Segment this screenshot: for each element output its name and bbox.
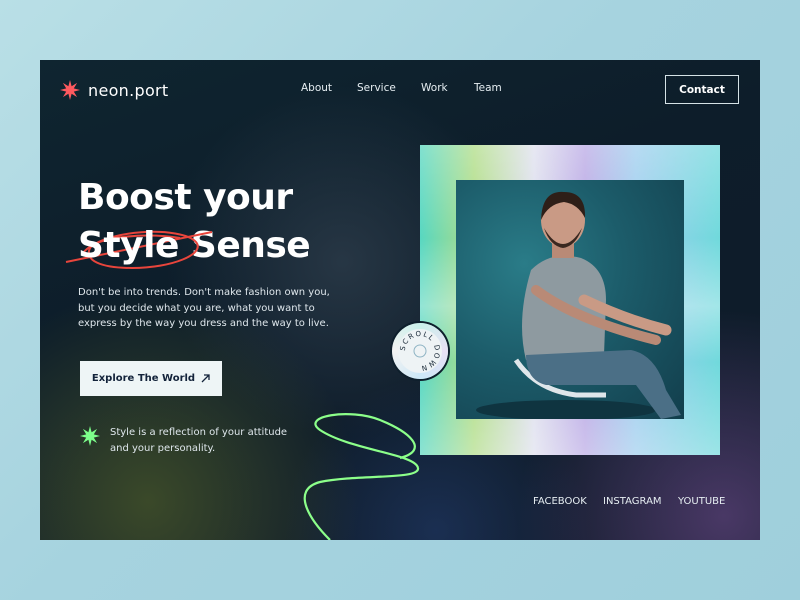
starburst-icon bbox=[60, 80, 80, 100]
explore-button-label: Explore The World bbox=[91, 373, 196, 384]
instagram-link[interactable]: INSTAGRAM bbox=[603, 496, 662, 507]
landing-page-frame: neon.port About Service Work Team Contac… bbox=[40, 60, 760, 540]
hero-description: Don't be into trends. Don't make fashion… bbox=[78, 287, 330, 329]
nav-work[interactable]: Work bbox=[421, 82, 448, 94]
model-photo bbox=[456, 180, 684, 419]
seated-man-illustration bbox=[476, 191, 681, 419]
svg-text:SCROLL DOWN: SCROLL DOWN bbox=[399, 330, 441, 372]
neon-squiggle-decoration bbox=[303, 413, 420, 540]
contact-button[interactable]: Contact bbox=[665, 75, 739, 104]
hero-headline: Boost your Style Sense bbox=[65, 174, 311, 270]
nav-service[interactable]: Service bbox=[357, 82, 396, 94]
nav-team[interactable]: Team bbox=[474, 82, 502, 94]
scroll-down-badge[interactable]: SCROLL DOWN bbox=[392, 323, 448, 379]
youtube-link[interactable]: YOUTUBE bbox=[678, 496, 725, 507]
brand-name: neon.port bbox=[88, 80, 169, 100]
headline-line-2: Style Sense bbox=[65, 222, 311, 270]
facebook-link[interactable]: FACEBOOK bbox=[533, 496, 587, 507]
headline-line-1: Boost your bbox=[78, 177, 293, 218]
hero-quote: Style is a reflection of your attitude a… bbox=[110, 427, 288, 454]
explore-button[interactable]: Explore The World bbox=[80, 361, 222, 396]
struck-word: Style bbox=[65, 222, 212, 270]
nav-about[interactable]: About bbox=[301, 82, 332, 94]
scroll-badge-text: SCROLL DOWN bbox=[399, 330, 440, 372]
logo[interactable]: neon.port bbox=[60, 78, 169, 102]
arrow-up-right-icon bbox=[201, 374, 210, 383]
struck-word-text: Style bbox=[78, 225, 179, 266]
green-star-icon bbox=[80, 426, 100, 446]
